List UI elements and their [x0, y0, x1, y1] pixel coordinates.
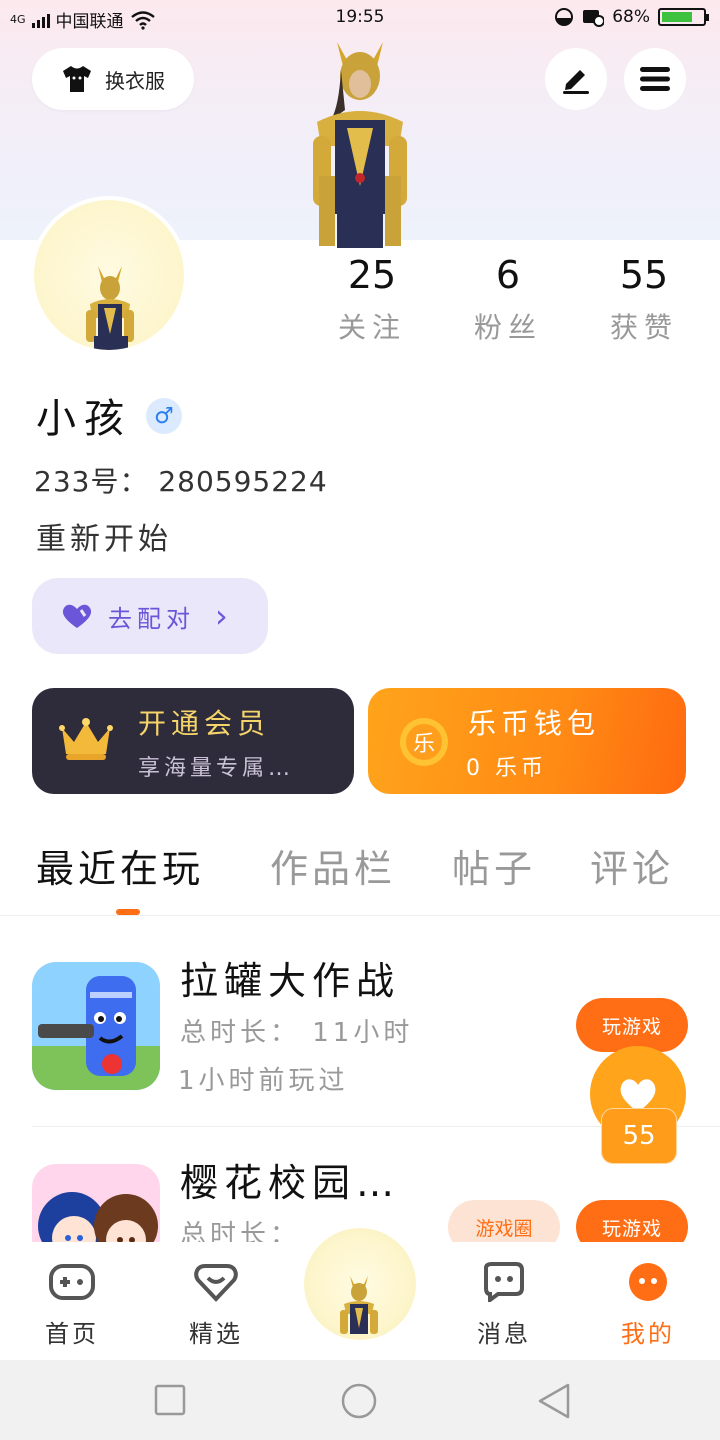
crown-icon: [59, 718, 113, 760]
tab-recent[interactable]: 最近在玩: [36, 838, 204, 893]
battery-percent: 68%: [612, 7, 650, 27]
stat-label: 粉丝: [473, 311, 542, 344]
nav-home[interactable]: 首页: [22, 1262, 122, 1349]
nav-me[interactable]: 我的: [598, 1262, 698, 1349]
nav-featured[interactable]: 精选: [166, 1262, 266, 1349]
nav-label: 消息: [477, 1320, 531, 1348]
wallet-balance: 0 乐币: [466, 756, 547, 781]
game-duration: 总时长： 11小时: [180, 1018, 414, 1048]
tshirt-icon: [63, 66, 91, 92]
gamepad-icon: [49, 1264, 95, 1300]
vip-title: 开通会员: [138, 707, 271, 740]
vip-subtitle: 享海量专属…: [138, 756, 295, 781]
change-outfit-label: 换衣服: [105, 68, 165, 93]
nav-label: 我的: [621, 1320, 675, 1348]
stat-value: 25: [347, 253, 397, 297]
nav-label: 精选: [189, 1320, 243, 1348]
stat-following[interactable]: 25 关注: [312, 252, 432, 346]
mute-notification-icon: [583, 10, 605, 27]
coin-label: 乐: [412, 732, 435, 757]
pairing-label: 去配对: [108, 604, 195, 633]
vip-card[interactable]: 开通会员 享海量专属…: [32, 688, 354, 794]
nav-label: 首页: [45, 1320, 99, 1348]
play-game-button[interactable]: 玩游戏: [576, 998, 688, 1052]
avatar-figure: [340, 1276, 378, 1334]
pencil-icon: [563, 70, 589, 94]
tab-works[interactable]: 作品栏: [270, 838, 396, 893]
status-right: 68%: [554, 7, 709, 27]
username: 小孩: [36, 396, 132, 442]
avatar-figure: [86, 266, 134, 350]
heart-chat-icon: [194, 1264, 238, 1302]
status-bar: 4G 中国联通 19:55 68%: [0, 0, 720, 36]
battery-icon: [658, 8, 709, 26]
hamburger-icon: [640, 67, 670, 91]
moon-icon: [555, 8, 574, 26]
chevron-right-icon: ›: [215, 597, 228, 635]
avatar[interactable]: [30, 196, 188, 354]
tab-comments[interactable]: 评论: [590, 838, 674, 893]
profile-face-icon: [629, 1263, 667, 1301]
character-figure[interactable]: [295, 36, 425, 248]
game-last-played: 1小时前玩过: [178, 1066, 349, 1096]
edit-profile-button[interactable]: [545, 48, 607, 110]
can-hero-icon: [32, 962, 160, 1090]
message-bubble-icon: [484, 1262, 524, 1304]
game-icon[interactable]: [32, 962, 160, 1090]
stat-value: 6: [495, 253, 521, 297]
change-outfit-button[interactable]: 换衣服: [32, 48, 194, 110]
center-avatar-button[interactable]: [290, 1214, 430, 1354]
tab-posts[interactable]: 帖子: [452, 838, 536, 893]
stat-followers[interactable]: 6 粉丝: [448, 252, 568, 346]
male-gender-icon: ♂: [146, 398, 182, 434]
system-nav-bar: [0, 1360, 720, 1440]
wallet-title: 乐币钱包: [468, 707, 601, 740]
recent-apps-icon[interactable]: [154, 1384, 186, 1416]
menu-button[interactable]: [624, 48, 686, 110]
pairing-button[interactable]: 去配对 ›: [32, 578, 268, 654]
game-title[interactable]: 拉罐大作战: [180, 950, 400, 1005]
back-triangle-icon[interactable]: [536, 1382, 572, 1420]
stat-label: 获赞: [609, 311, 678, 344]
nav-messages[interactable]: 消息: [454, 1262, 554, 1349]
wallet-card[interactable]: 乐 乐币钱包 0 乐币: [368, 688, 686, 794]
like-count-badge: 55: [601, 1108, 677, 1164]
heart-icon: [62, 604, 92, 628]
game-title[interactable]: 樱花校园…: [180, 1152, 400, 1207]
user-id: 233号： 280595224: [34, 465, 328, 498]
divider: [0, 915, 720, 916]
user-signature: 重新开始: [36, 522, 172, 557]
stat-value: 55: [619, 253, 669, 297]
stat-likes[interactable]: 55 获赞: [584, 252, 704, 346]
stat-label: 关注: [337, 311, 406, 344]
home-circle-icon[interactable]: [340, 1382, 378, 1420]
